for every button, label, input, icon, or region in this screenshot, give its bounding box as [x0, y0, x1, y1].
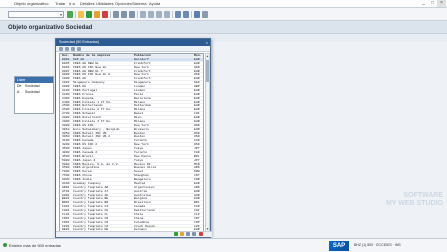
chevron-down-icon[interactable]: ▾	[58, 11, 64, 18]
divider	[191, 11, 192, 18]
panel-row-value: Sociedad	[25, 90, 40, 94]
input-mode: INS	[394, 243, 401, 247]
vertical-scrollbar[interactable]: ▲ ▼	[205, 53, 210, 232]
dialog-toolbar	[56, 46, 210, 52]
menu-tratar[interactable]: Tratar	[55, 1, 66, 6]
cancel-icon[interactable]	[102, 11, 108, 18]
menu-detalles[interactable]: Detalles	[80, 1, 94, 6]
print-list-icon[interactable]	[186, 232, 190, 236]
last-page-icon[interactable]	[164, 11, 170, 18]
enter-icon[interactable]	[67, 11, 73, 18]
dialog-title-bar: Sociedad (50 Entradas) ×	[56, 39, 210, 46]
success-icon	[3, 243, 7, 247]
system-toolbar: ▾	[0, 8, 447, 21]
find-icon[interactable]	[121, 11, 127, 18]
divider	[75, 11, 76, 18]
divider	[110, 11, 111, 18]
customize-layout-icon[interactable]	[202, 11, 208, 18]
menu-sistema[interactable]: Sistema	[132, 1, 146, 6]
filter-icon[interactable]	[65, 47, 69, 51]
menu-ir-a[interactable]: Ir a	[69, 1, 75, 6]
page-title: Objeto organizativo Sociedad	[8, 25, 93, 31]
watermark-line-1: SOFTWARE	[403, 192, 443, 199]
panel-row-key: A	[17, 90, 20, 94]
divider	[172, 11, 173, 18]
menu-utilidades[interactable]: Utilidades	[96, 1, 114, 6]
company-table: Soc. Nombre de la empresa Población Mon.…	[59, 53, 204, 232]
find-next-icon[interactable]	[129, 11, 135, 18]
restrictions-icon[interactable]	[59, 47, 63, 51]
sap-logo: SAP	[329, 241, 349, 251]
status-message: Existen más de 500 entradas	[9, 243, 61, 248]
watermark-line-2: MY WEB STUDIO	[385, 200, 443, 207]
previous-page-icon[interactable]	[148, 11, 154, 18]
scroll-thumb[interactable]	[206, 60, 209, 82]
minimize-icon[interactable]: _	[419, 0, 428, 7]
server-name: ECCIDES	[376, 243, 392, 247]
search-icon[interactable]	[77, 47, 81, 51]
next-page-icon[interactable]	[156, 11, 162, 18]
first-page-icon[interactable]	[140, 11, 146, 18]
new-session-icon[interactable]	[175, 11, 181, 18]
screen-title-bar: Objeto organizativo Sociedad	[0, 22, 447, 34]
confirm-icon[interactable]	[174, 232, 178, 236]
divider	[137, 11, 138, 18]
panel-row[interactable]: A Sociedad	[15, 89, 53, 95]
print-icon[interactable]	[113, 11, 119, 18]
command-field[interactable]	[8, 11, 64, 18]
system-id: BHZ (1) 800	[354, 243, 374, 247]
dialog-footer	[56, 231, 212, 237]
new-list-icon[interactable]	[180, 232, 184, 236]
menu-ayuda[interactable]: Ayuda	[149, 1, 160, 6]
shortcut-icon[interactable]	[183, 11, 189, 18]
menu-opciones[interactable]: Opciones	[115, 1, 132, 6]
settings-icon[interactable]	[192, 232, 196, 236]
status-bar: Existen más de 500 entradas SAP BHZ (1) …	[0, 238, 447, 252]
menu-objeto-organizativo[interactable]: Objeto organizativo	[14, 1, 48, 6]
value-help-dialog: Sociedad (50 Entradas) × Soc. Nombre de …	[55, 38, 212, 238]
sort-icon[interactable]	[71, 47, 75, 51]
scroll-up-icon[interactable]: ▲	[206, 54, 209, 58]
back-icon[interactable]	[86, 11, 92, 18]
dialog-title: Sociedad (50 Entradas)	[59, 40, 99, 44]
help-icon[interactable]	[194, 11, 200, 18]
cancel-dialog-icon[interactable]	[199, 232, 203, 236]
close-icon[interactable]: ×	[437, 0, 446, 7]
exit-icon[interactable]	[94, 11, 100, 18]
dialog-close-icon[interactable]: ×	[206, 39, 208, 46]
system-info[interactable]: BHZ (1) 800 · ECCIDES · INS	[354, 243, 401, 247]
menu-bar: Objeto organizativo Tratar Ir a Detalles…	[0, 0, 447, 8]
save-icon[interactable]	[78, 11, 84, 18]
background-list-panel: Lister De Sociedad A Sociedad	[14, 76, 54, 114]
maximize-icon[interactable]: □	[428, 0, 437, 7]
